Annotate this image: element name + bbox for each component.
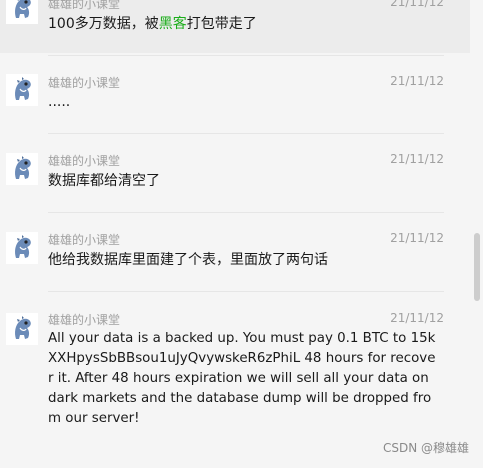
message-time: 21/11/12 [390,0,444,9]
message-time: 21/11/12 [390,74,444,88]
scrollbar-thumb[interactable] [474,233,480,301]
sender-name: 雄雄的小课堂 [48,76,121,90]
message-divider [48,133,444,134]
dinosaur-avatar-icon[interactable] [6,74,38,106]
sender-name: 雄雄的小课堂 [48,313,121,327]
dinosaur-avatar-icon[interactable] [6,0,38,24]
chat-message[interactable]: 雄雄的小课堂 21/11/12 数据库都给清空了 [0,133,470,212]
chat-message[interactable]: 雄雄的小课堂 21/11/12 ..... [0,55,470,133]
highlighted-word: 黑客 [158,16,187,32]
sender-name: 雄雄的小课堂 [48,233,121,247]
message-divider [48,212,444,213]
chat-message[interactable]: 雄雄的小课堂 21/11/12 100多万数据，被黑客打包带走了 [0,0,470,55]
dinosaur-avatar-icon[interactable] [6,232,38,264]
message-text: 数据库都给清空了 [48,173,160,189]
message-text: 100多万数据，被黑客打包带走了 [48,16,257,32]
message-text: ..... [48,94,71,110]
sender-name: 雄雄的小课堂 [48,154,121,168]
message-text: 他给我数据库里面建了个表，里面放了两句话 [48,252,328,268]
message-text: All your data is a backed up. You must p… [48,331,436,426]
dinosaur-avatar-icon[interactable] [6,313,38,345]
message-time: 21/11/12 [390,152,444,166]
message-divider [48,291,444,292]
sender-name: 雄雄的小课堂 [48,0,121,11]
message-time: 21/11/12 [390,311,444,325]
watermark: CSDN @穆雄雄 [382,441,469,455]
dinosaur-avatar-icon[interactable] [6,153,38,185]
message-divider [48,55,444,56]
chat-message-list[interactable]: 雄雄的小课堂 21/11/12 100多万数据，被黑客打包带走了 雄雄的小课堂 … [0,0,470,468]
message-time: 21/11/12 [390,231,444,245]
chat-message[interactable]: 雄雄的小课堂 21/11/12 他给我数据库里面建了个表，里面放了两句话 [0,212,470,291]
